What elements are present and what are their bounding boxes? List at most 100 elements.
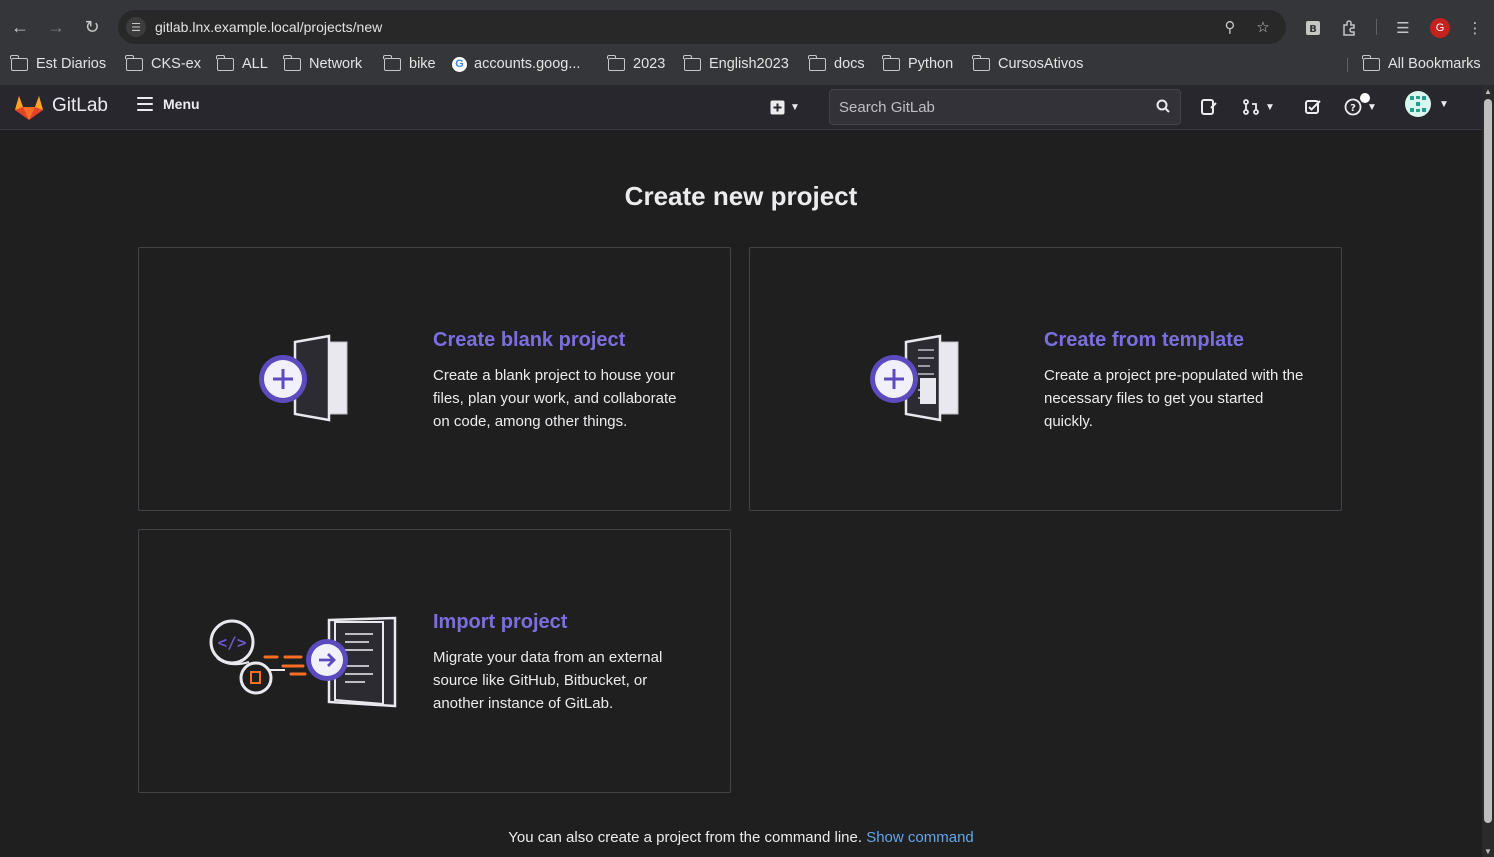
- folder-icon: [10, 54, 28, 71]
- bookmark-label: CKS-ex: [151, 56, 201, 72]
- todos-icon[interactable]: [1304, 97, 1322, 117]
- bookmark-label: 2023: [633, 56, 666, 72]
- bookmark-cks-ex[interactable]: CKS-ex: [125, 54, 201, 74]
- folder-icon: [607, 54, 625, 71]
- folder-icon: [125, 54, 143, 71]
- bookmark-python[interactable]: Python: [882, 54, 954, 74]
- page-title: Create new project: [624, 181, 858, 211]
- folder-icon: [383, 54, 401, 71]
- site-info-icon[interactable]: ☰: [126, 17, 146, 37]
- bookmark-label: accounts.goog...: [474, 56, 581, 72]
- search-placeholder: Search GitLab: [839, 99, 935, 116]
- bookmark-english2023[interactable]: English2023: [683, 54, 789, 74]
- import-project-illustration-icon: </>: [209, 616, 397, 708]
- address-bar[interactable]: ☰ gitlab.lnx.example.local/projects/new …: [118, 10, 1286, 44]
- bookmark-est-diarios[interactable]: Est Diarios: [10, 54, 107, 74]
- back-icon[interactable]: ←: [4, 8, 36, 46]
- browser-menu-icon[interactable]: ⋮: [1464, 17, 1486, 39]
- zoom-icon[interactable]: ⚲: [1220, 17, 1240, 37]
- url-text[interactable]: gitlab.lnx.example.local/projects/new: [155, 19, 382, 35]
- reload-icon[interactable]: ↻: [76, 8, 108, 46]
- svg-text:</>: </>: [218, 633, 247, 652]
- gitlab-logo-icon[interactable]: [14, 93, 44, 121]
- bookmark-cursosativos[interactable]: CursosAtivos: [972, 54, 1084, 74]
- bookmarks-divider: [1347, 58, 1348, 72]
- scroll-thumb[interactable]: [1484, 99, 1492, 823]
- footer-text: You can also create a project from the c…: [508, 829, 863, 846]
- bookmark-2023[interactable]: 2023: [607, 54, 666, 74]
- bookmark-network[interactable]: Network: [283, 54, 363, 74]
- forward-icon[interactable]: →: [40, 8, 72, 46]
- help-icon: ?: [1344, 98, 1362, 116]
- card-title[interactable]: Create from template: [1044, 329, 1244, 352]
- address-row: ← → ↻ ☰ gitlab.lnx.example.local/project…: [0, 8, 1494, 46]
- svg-text:B: B: [1309, 24, 1317, 35]
- bookmark-label: All Bookmarks: [1388, 56, 1481, 72]
- bookmark-label: bike: [409, 56, 436, 72]
- bookmark-label: Python: [908, 56, 954, 72]
- bookmark-label: Network: [309, 56, 363, 72]
- bookmark-label: Est Diarios: [36, 56, 107, 72]
- card-title[interactable]: Import project: [433, 611, 567, 634]
- card-description: Create a project pre-populated with the …: [1044, 367, 1304, 430]
- avatar: [1405, 91, 1431, 117]
- chevron-down-icon: ▼: [1367, 101, 1377, 113]
- bookmark-docs[interactable]: docs: [808, 54, 865, 74]
- chevron-down-icon: ▼: [790, 101, 800, 113]
- bookmark-all[interactable]: ALL: [216, 54, 268, 74]
- toolbar-divider: [1376, 19, 1377, 35]
- menu-button[interactable]: Menu: [137, 96, 200, 112]
- blank-project-illustration-icon: [259, 334, 348, 422]
- card-title[interactable]: Create blank project: [433, 329, 625, 352]
- notification-dot: [1360, 93, 1370, 103]
- menu-label: Menu: [163, 96, 200, 112]
- bookmark-bike[interactable]: bike: [383, 54, 436, 74]
- card-description: Create a blank project to house your fil…: [433, 367, 677, 430]
- bookmark-accounts-google[interactable]: Gaccounts.goog...: [452, 54, 580, 74]
- merge-requests-button[interactable]: ▼: [1242, 97, 1275, 117]
- folder-icon: [283, 54, 301, 71]
- plus-square-icon: [770, 100, 785, 114]
- hamburger-icon: [137, 97, 153, 111]
- gitlab-header: GitLab Menu ▼ Search GitLab ▼ ? ▼ ▼: [0, 85, 1482, 130]
- profile-avatar[interactable]: G: [1430, 18, 1450, 38]
- search-icon: [1156, 99, 1170, 113]
- scrollbar[interactable]: ▲ ▼: [1482, 85, 1494, 857]
- create-blank-project-card[interactable]: Create blank project Create a blank proj…: [138, 247, 731, 511]
- merge-request-icon: [1243, 99, 1259, 115]
- import-project-card[interactable]: </> Import project Migrate your data fro…: [138, 529, 731, 793]
- scroll-down-icon[interactable]: ▼: [1484, 847, 1492, 856]
- command-line-note: You can also create a project from the c…: [0, 829, 1482, 846]
- folder-icon: [683, 54, 701, 71]
- search-input[interactable]: Search GitLab: [829, 89, 1181, 125]
- extensions-puzzle-icon[interactable]: [1338, 17, 1360, 39]
- media-queue-icon[interactable]: ☰: [1392, 17, 1414, 39]
- bookmark-label: English2023: [709, 56, 789, 72]
- card-description: Migrate your data from an external sourc…: [433, 649, 663, 712]
- browser-chrome: ← → ↻ ☰ gitlab.lnx.example.local/project…: [0, 0, 1494, 85]
- folder-icon: [972, 54, 990, 71]
- all-bookmarks[interactable]: All Bookmarks: [1362, 54, 1481, 74]
- folder-icon: [1362, 54, 1380, 71]
- issues-icon[interactable]: [1200, 97, 1218, 117]
- extension-b-icon[interactable]: B: [1302, 17, 1324, 39]
- template-project-illustration-icon: [870, 334, 959, 422]
- folder-icon: [882, 54, 900, 71]
- user-menu-button[interactable]: ▼: [1405, 91, 1449, 117]
- scroll-up-icon[interactable]: ▲: [1484, 87, 1492, 96]
- chevron-down-icon: ▼: [1439, 98, 1449, 110]
- bookmark-star-icon[interactable]: ☆: [1253, 17, 1273, 37]
- new-item-button[interactable]: ▼: [770, 97, 800, 117]
- bookmark-label: CursosAtivos: [998, 56, 1084, 72]
- bookmark-label: docs: [834, 56, 865, 72]
- gitlab-brand[interactable]: GitLab: [52, 95, 108, 117]
- create-from-template-card[interactable]: Create from template Create a project pr…: [749, 247, 1342, 511]
- folder-icon: [216, 54, 234, 71]
- folder-icon: [808, 54, 826, 71]
- show-command-link[interactable]: Show command: [866, 829, 974, 846]
- google-icon: G: [452, 56, 467, 72]
- chevron-down-icon: ▼: [1265, 101, 1275, 113]
- bookmark-label: ALL: [242, 56, 268, 72]
- svg-text:?: ?: [1350, 103, 1356, 114]
- bookmarks-bar: Est Diarios CKS-ex ALL Network bike Gacc…: [0, 50, 1494, 78]
